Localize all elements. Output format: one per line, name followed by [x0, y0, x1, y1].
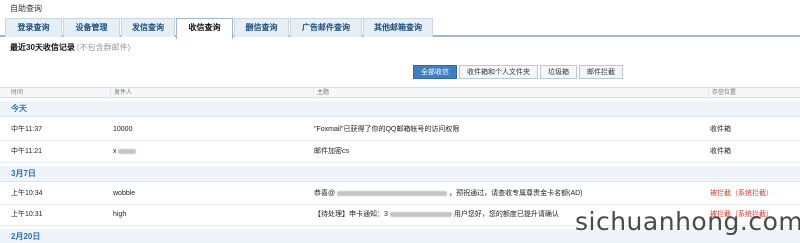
- table-row[interactable]: 中午11:21 x 邮件加密cs 收件箱: [0, 142, 800, 163]
- tab-bar: 登录查询 设备管理 发信查询 收信查询 删信查询 广告邮件查询 其他邮箱查询: [0, 17, 800, 39]
- row-sender-cell: x: [113, 142, 313, 163]
- tab-sent-query[interactable]: 发信查询: [121, 18, 175, 37]
- table-row[interactable]: 中午11:37 10000 "Foxmail"已获得了你的QQ邮箱帐号的访问权限…: [0, 120, 800, 141]
- row-time: 中午11:37: [11, 126, 42, 133]
- tab-deleted-query[interactable]: 删信查询: [234, 18, 289, 37]
- column-sender[interactable]: 发件人: [110, 88, 313, 99]
- column-time[interactable]: 时间: [8, 88, 108, 99]
- redacted-mark: [337, 190, 448, 196]
- section-title: 最近30天收信记录: [10, 43, 75, 52]
- column-location[interactable]: 存信位置: [708, 88, 800, 99]
- row-subject-cell[interactable]: 恭喜@ ，预祝通过，请查收专属尊贵金卡名额(AD): [314, 184, 704, 205]
- tab-device-management[interactable]: 设备管理: [63, 18, 120, 37]
- row-location: 被拦截（系统拦截）: [710, 190, 773, 197]
- redacted-mark: [117, 148, 136, 154]
- row-subject-prefix: 恭喜@: [314, 190, 336, 197]
- filter-inbox-folders[interactable]: 收件箱和个人文件夹: [459, 65, 538, 79]
- redacted-mark: [389, 211, 452, 217]
- section-hint: (不包含群邮件): [76, 43, 131, 52]
- watermark: sichuanhong.com: [575, 207, 800, 236]
- row-time: 上午10:34: [11, 190, 43, 197]
- table-row[interactable]: 上午10:34 wobble 恭喜@ ，预祝通过，请查收专属尊贵金卡名额(AD) …: [0, 184, 800, 205]
- row-subject-rest: ，预祝通过，请查收专属尊贵金卡名额(AD): [449, 190, 583, 197]
- row-subject[interactable]: 邮件加密cs: [314, 142, 704, 163]
- filter-all-received[interactable]: 全部收信: [413, 65, 457, 79]
- filter-blocked[interactable]: 邮件拦截: [579, 65, 623, 79]
- group-mar-7: 3月7日: [0, 166, 800, 182]
- tab-ad-mail-query[interactable]: 广告邮件查询: [290, 18, 362, 37]
- filter-group: 全部收信 收件箱和个人文件夹 垃圾箱 邮件拦截: [413, 65, 625, 79]
- row-location: 收件箱: [710, 148, 731, 155]
- row-sender: high: [113, 211, 127, 218]
- row-sender: x: [113, 148, 117, 155]
- row-time: 中午11:21: [11, 148, 42, 155]
- row-time: 上午10:31: [11, 211, 43, 218]
- tab-other-mailbox-query[interactable]: 其他邮箱查询: [363, 18, 433, 37]
- row-sender: 10000: [113, 126, 133, 133]
- row-subject-prefix: 【待处理】申卡通知：3: [314, 211, 388, 218]
- filter-spam[interactable]: 垃圾箱: [540, 65, 577, 79]
- row-sender: wobble: [113, 190, 136, 197]
- page-title: 自助查询: [10, 4, 42, 13]
- tab-received-query[interactable]: 收信查询: [176, 18, 233, 39]
- tab-login-query[interactable]: 登录查询: [5, 18, 62, 37]
- section-heading: 最近30天收信记录 (不包含群邮件): [10, 42, 130, 53]
- column-subject[interactable]: 主题: [313, 88, 708, 99]
- row-subject-rest: 用户您好，您的额度已提升请确认: [453, 211, 559, 218]
- row-location: 收件箱: [710, 126, 731, 133]
- group-today: 今天: [0, 101, 800, 117]
- row-subject[interactable]: "Foxmail"已获得了你的QQ邮箱帐号的访问权限: [314, 120, 704, 141]
- table-header: 时间 发件人 主题 存信位置: [0, 87, 800, 99]
